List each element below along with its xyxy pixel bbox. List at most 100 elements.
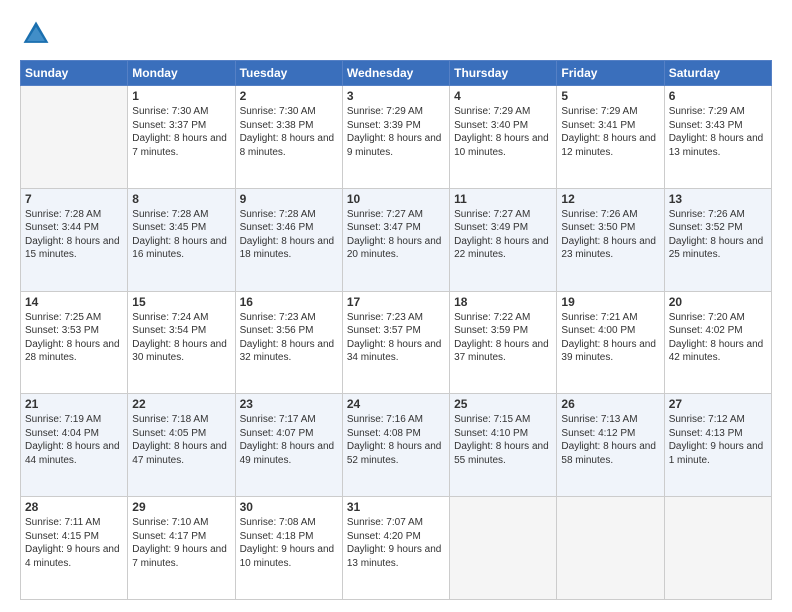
daylight-text: Daylight: 9 hours and 7 minutes. (132, 544, 227, 569)
day-info: Sunrise: 7:28 AM Sunset: 3:45 PM Dayligh… (132, 208, 230, 262)
sunset-text: Sunset: 4:08 PM (347, 428, 421, 439)
sunset-text: Sunset: 3:53 PM (25, 325, 99, 336)
daylight-text: Daylight: 8 hours and 39 minutes. (561, 339, 656, 364)
day-info: Sunrise: 7:13 AM Sunset: 4:12 PM Dayligh… (561, 413, 659, 467)
calendar-cell: 12 Sunrise: 7:26 AM Sunset: 3:50 PM Dayl… (557, 188, 664, 291)
logo-icon (20, 18, 52, 50)
day-info: Sunrise: 7:17 AM Sunset: 4:07 PM Dayligh… (240, 413, 338, 467)
sunrise-text: Sunrise: 7:15 AM (454, 414, 530, 425)
sunset-text: Sunset: 4:20 PM (347, 531, 421, 542)
calendar-cell: 28 Sunrise: 7:11 AM Sunset: 4:15 PM Dayl… (21, 497, 128, 600)
sunrise-text: Sunrise: 7:18 AM (132, 414, 208, 425)
daylight-text: Daylight: 8 hours and 58 minutes. (561, 441, 656, 466)
day-info: Sunrise: 7:30 AM Sunset: 3:38 PM Dayligh… (240, 105, 338, 159)
day-info: Sunrise: 7:28 AM Sunset: 3:44 PM Dayligh… (25, 208, 123, 262)
calendar-header-saturday: Saturday (664, 61, 771, 86)
daylight-text: Daylight: 8 hours and 55 minutes. (454, 441, 549, 466)
day-info: Sunrise: 7:12 AM Sunset: 4:13 PM Dayligh… (669, 413, 767, 467)
daylight-text: Daylight: 8 hours and 30 minutes. (132, 339, 227, 364)
calendar-cell: 8 Sunrise: 7:28 AM Sunset: 3:45 PM Dayli… (128, 188, 235, 291)
sunset-text: Sunset: 4:07 PM (240, 428, 314, 439)
day-number: 1 (132, 89, 230, 103)
day-info: Sunrise: 7:08 AM Sunset: 4:18 PM Dayligh… (240, 516, 338, 570)
day-number: 26 (561, 397, 659, 411)
day-info: Sunrise: 7:22 AM Sunset: 3:59 PM Dayligh… (454, 311, 552, 365)
calendar-header-monday: Monday (128, 61, 235, 86)
day-number: 27 (669, 397, 767, 411)
daylight-text: Daylight: 9 hours and 1 minute. (669, 441, 764, 466)
sunset-text: Sunset: 4:10 PM (454, 428, 528, 439)
day-info: Sunrise: 7:27 AM Sunset: 3:47 PM Dayligh… (347, 208, 445, 262)
calendar-cell (450, 497, 557, 600)
calendar-cell: 21 Sunrise: 7:19 AM Sunset: 4:04 PM Dayl… (21, 394, 128, 497)
day-info: Sunrise: 7:07 AM Sunset: 4:20 PM Dayligh… (347, 516, 445, 570)
calendar-cell: 3 Sunrise: 7:29 AM Sunset: 3:39 PM Dayli… (342, 86, 449, 189)
calendar-cell (664, 497, 771, 600)
daylight-text: Daylight: 8 hours and 9 minutes. (347, 133, 442, 158)
daylight-text: Daylight: 9 hours and 13 minutes. (347, 544, 442, 569)
calendar-header-wednesday: Wednesday (342, 61, 449, 86)
daylight-text: Daylight: 9 hours and 4 minutes. (25, 544, 120, 569)
day-info: Sunrise: 7:26 AM Sunset: 3:50 PM Dayligh… (561, 208, 659, 262)
sunset-text: Sunset: 3:52 PM (669, 222, 743, 233)
sunrise-text: Sunrise: 7:10 AM (132, 517, 208, 528)
sunrise-text: Sunrise: 7:23 AM (240, 312, 316, 323)
sunrise-text: Sunrise: 7:23 AM (347, 312, 423, 323)
day-info: Sunrise: 7:29 AM Sunset: 3:39 PM Dayligh… (347, 105, 445, 159)
day-number: 6 (669, 89, 767, 103)
calendar-week-row: 28 Sunrise: 7:11 AM Sunset: 4:15 PM Dayl… (21, 497, 772, 600)
daylight-text: Daylight: 8 hours and 18 minutes. (240, 236, 335, 261)
sunrise-text: Sunrise: 7:26 AM (561, 209, 637, 220)
sunrise-text: Sunrise: 7:29 AM (454, 106, 530, 117)
daylight-text: Daylight: 8 hours and 23 minutes. (561, 236, 656, 261)
calendar-week-row: 1 Sunrise: 7:30 AM Sunset: 3:37 PM Dayli… (21, 86, 772, 189)
sunset-text: Sunset: 4:02 PM (669, 325, 743, 336)
sunrise-text: Sunrise: 7:26 AM (669, 209, 745, 220)
day-info: Sunrise: 7:10 AM Sunset: 4:17 PM Dayligh… (132, 516, 230, 570)
sunset-text: Sunset: 3:49 PM (454, 222, 528, 233)
sunrise-text: Sunrise: 7:27 AM (347, 209, 423, 220)
daylight-text: Daylight: 8 hours and 42 minutes. (669, 339, 764, 364)
calendar-week-row: 21 Sunrise: 7:19 AM Sunset: 4:04 PM Dayl… (21, 394, 772, 497)
calendar-week-row: 14 Sunrise: 7:25 AM Sunset: 3:53 PM Dayl… (21, 291, 772, 394)
calendar-cell: 25 Sunrise: 7:15 AM Sunset: 4:10 PM Dayl… (450, 394, 557, 497)
sunset-text: Sunset: 3:43 PM (669, 120, 743, 131)
sunrise-text: Sunrise: 7:12 AM (669, 414, 745, 425)
day-number: 9 (240, 192, 338, 206)
sunrise-text: Sunrise: 7:08 AM (240, 517, 316, 528)
day-info: Sunrise: 7:19 AM Sunset: 4:04 PM Dayligh… (25, 413, 123, 467)
calendar-cell: 16 Sunrise: 7:23 AM Sunset: 3:56 PM Dayl… (235, 291, 342, 394)
day-number: 11 (454, 192, 552, 206)
calendar-cell: 10 Sunrise: 7:27 AM Sunset: 3:47 PM Dayl… (342, 188, 449, 291)
day-number: 5 (561, 89, 659, 103)
calendar-cell: 19 Sunrise: 7:21 AM Sunset: 4:00 PM Dayl… (557, 291, 664, 394)
sunset-text: Sunset: 3:39 PM (347, 120, 421, 131)
sunset-text: Sunset: 3:38 PM (240, 120, 314, 131)
sunrise-text: Sunrise: 7:29 AM (669, 106, 745, 117)
daylight-text: Daylight: 8 hours and 28 minutes. (25, 339, 120, 364)
sunset-text: Sunset: 3:41 PM (561, 120, 635, 131)
sunrise-text: Sunrise: 7:19 AM (25, 414, 101, 425)
day-info: Sunrise: 7:27 AM Sunset: 3:49 PM Dayligh… (454, 208, 552, 262)
sunset-text: Sunset: 3:56 PM (240, 325, 314, 336)
daylight-text: Daylight: 8 hours and 10 minutes. (454, 133, 549, 158)
calendar-cell: 30 Sunrise: 7:08 AM Sunset: 4:18 PM Dayl… (235, 497, 342, 600)
daylight-text: Daylight: 8 hours and 13 minutes. (669, 133, 764, 158)
sunset-text: Sunset: 3:59 PM (454, 325, 528, 336)
day-number: 25 (454, 397, 552, 411)
daylight-text: Daylight: 8 hours and 7 minutes. (132, 133, 227, 158)
daylight-text: Daylight: 8 hours and 47 minutes. (132, 441, 227, 466)
calendar-cell: 9 Sunrise: 7:28 AM Sunset: 3:46 PM Dayli… (235, 188, 342, 291)
sunrise-text: Sunrise: 7:30 AM (240, 106, 316, 117)
day-info: Sunrise: 7:21 AM Sunset: 4:00 PM Dayligh… (561, 311, 659, 365)
day-info: Sunrise: 7:16 AM Sunset: 4:08 PM Dayligh… (347, 413, 445, 467)
daylight-text: Daylight: 9 hours and 10 minutes. (240, 544, 335, 569)
sunset-text: Sunset: 3:37 PM (132, 120, 206, 131)
sunrise-text: Sunrise: 7:17 AM (240, 414, 316, 425)
daylight-text: Daylight: 8 hours and 8 minutes. (240, 133, 335, 158)
calendar-cell: 18 Sunrise: 7:22 AM Sunset: 3:59 PM Dayl… (450, 291, 557, 394)
day-number: 19 (561, 295, 659, 309)
sunset-text: Sunset: 3:50 PM (561, 222, 635, 233)
day-info: Sunrise: 7:15 AM Sunset: 4:10 PM Dayligh… (454, 413, 552, 467)
day-number: 4 (454, 89, 552, 103)
